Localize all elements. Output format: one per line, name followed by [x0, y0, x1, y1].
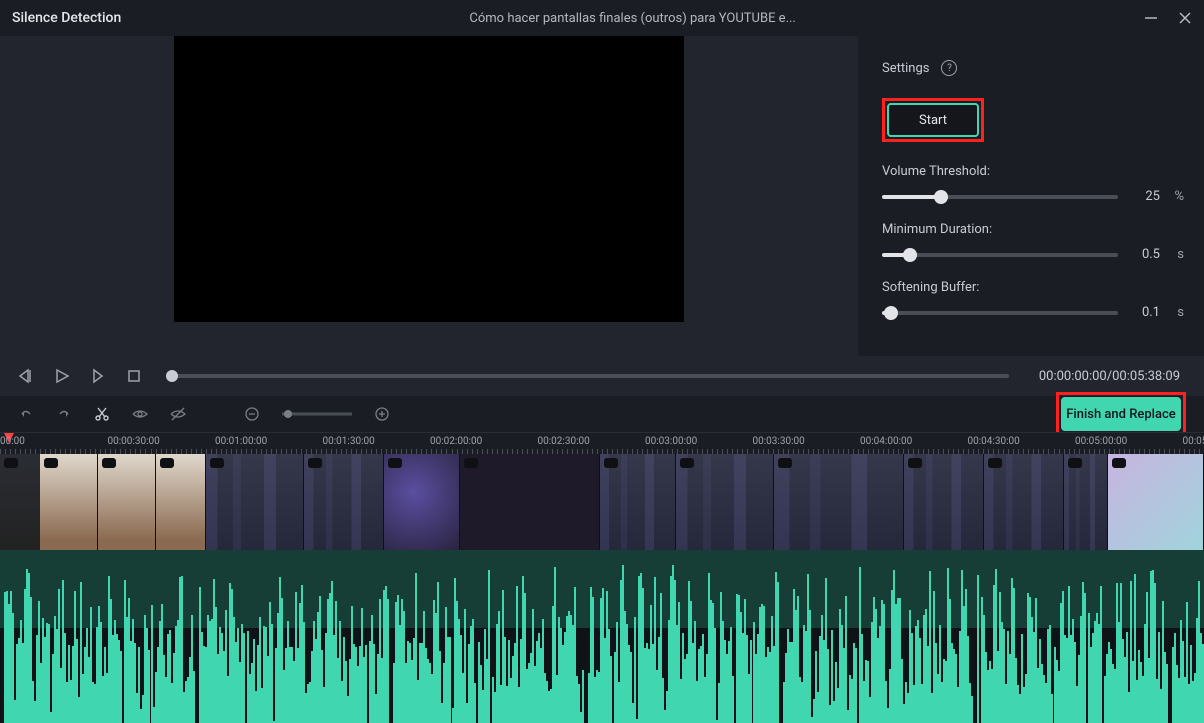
- video-frame: [174, 36, 684, 322]
- transport-bar: 00:00:00:00/00:05:38:09: [0, 356, 1204, 396]
- softening-buffer-unit: s: [1170, 305, 1184, 320]
- preview-area: [0, 36, 858, 356]
- clip-thumbnail[interactable]: [984, 454, 1064, 550]
- ruler-label: 00:03:00:00: [645, 436, 697, 447]
- clip-track[interactable]: [0, 454, 1204, 550]
- stop-icon[interactable]: [126, 368, 142, 384]
- start-button-label: Start: [919, 113, 947, 128]
- ruler-label: 00:05:00:00: [1075, 436, 1127, 447]
- clip-thumbnail[interactable]: [904, 454, 984, 550]
- next-frame-icon[interactable]: [90, 368, 106, 384]
- timeline-ruler[interactable]: 00:00 00:00:30:00 00:01:00:00 00:01:30:00 00…: [0, 432, 1204, 454]
- clip-thumbnail[interactable]: [304, 454, 384, 550]
- softening-buffer-label: Softening Buffer:: [882, 280, 1184, 295]
- play-icon[interactable]: [54, 368, 70, 384]
- clip-thumbnail[interactable]: [40, 454, 98, 550]
- ruler-label: 00:00:30:00: [108, 436, 160, 447]
- softening-buffer-slider[interactable]: [882, 311, 1118, 315]
- clip-thumbnail[interactable]: [774, 454, 904, 550]
- ruler-label: 00:01:00:00: [215, 436, 267, 447]
- minimum-duration-label: Minimum Duration:: [882, 222, 1184, 237]
- timecode: 00:00:00:00/00:05:38:09: [1039, 369, 1186, 384]
- zoom-in-icon[interactable]: [374, 406, 390, 422]
- undo-icon[interactable]: [18, 406, 34, 422]
- minimum-duration-slider[interactable]: [882, 253, 1118, 257]
- start-button[interactable]: Start: [887, 103, 979, 137]
- clip-thumbnail[interactable]: [600, 454, 676, 550]
- seek-thumb[interactable]: [166, 370, 178, 382]
- clip-thumbnail[interactable]: [676, 454, 774, 550]
- close-icon[interactable]: [1178, 11, 1192, 25]
- volume-threshold-value: 25: [1128, 189, 1160, 204]
- clip-thumbnail[interactable]: [206, 454, 304, 550]
- clip-thumbnail[interactable]: [1064, 454, 1108, 550]
- zoom-slider[interactable]: [282, 406, 352, 422]
- settings-panel: Settings ? Start Volume Threshold: 25 %: [858, 36, 1204, 356]
- help-icon[interactable]: ?: [941, 60, 957, 76]
- ruler-label: 00:04:00:00: [860, 436, 912, 447]
- settings-label: Settings: [882, 61, 929, 76]
- video-stage: [0, 36, 858, 356]
- finish-highlight: Finish and Replace: [1056, 392, 1186, 436]
- clip-thumbnail[interactable]: [460, 454, 600, 550]
- minimum-duration-unit: s: [1170, 247, 1184, 262]
- finish-and-replace-label: Finish and Replace: [1066, 407, 1176, 422]
- redo-icon[interactable]: [56, 406, 72, 422]
- ruler-label: 00:01:30:00: [323, 436, 375, 447]
- titlebar: Silence Detection Cómo hacer pantallas f…: [0, 0, 1204, 36]
- ruler-label: 00:05:30:00: [1183, 436, 1204, 447]
- volume-threshold-unit: %: [1170, 189, 1184, 204]
- clip-thumbnail[interactable]: [1108, 454, 1204, 550]
- start-highlight: Start: [882, 98, 984, 142]
- app-title: Silence Detection: [12, 10, 121, 26]
- clip-thumbnail[interactable]: [0, 454, 40, 550]
- timeline-toolbar: Finish and Replace: [0, 396, 1204, 432]
- finish-and-replace-button[interactable]: Finish and Replace: [1061, 397, 1181, 431]
- ruler-label: 00:03:30:00: [753, 436, 805, 447]
- ruler-label: 00:02:30:00: [538, 436, 590, 447]
- seek-bar[interactable]: [172, 374, 1009, 378]
- prev-frame-icon[interactable]: [18, 368, 34, 384]
- cut-icon[interactable]: [94, 406, 110, 422]
- ruler-label: 00:02:00:00: [430, 436, 482, 447]
- waveform-track[interactable]: [0, 550, 1204, 723]
- softening-buffer-value: 0.1: [1128, 305, 1160, 320]
- clip-thumbnail[interactable]: [384, 454, 460, 550]
- clip-thumbnail[interactable]: [98, 454, 156, 550]
- window-controls: [1144, 11, 1192, 25]
- minimum-duration-value: 0.5: [1128, 247, 1160, 262]
- zoom-out-icon[interactable]: [244, 406, 260, 422]
- volume-threshold-label: Volume Threshold:: [882, 164, 1184, 179]
- ruler-label: 00:00: [0, 436, 25, 447]
- eye-icon[interactable]: [132, 406, 148, 422]
- clip-thumbnail[interactable]: [156, 454, 206, 550]
- ruler-label: 00:04:30:00: [968, 436, 1020, 447]
- file-title: Cómo hacer pantallas finales (outros) pa…: [121, 11, 1144, 26]
- minimize-icon[interactable]: [1144, 11, 1158, 25]
- volume-threshold-slider[interactable]: [882, 195, 1118, 199]
- eye-off-icon[interactable]: [170, 406, 186, 422]
